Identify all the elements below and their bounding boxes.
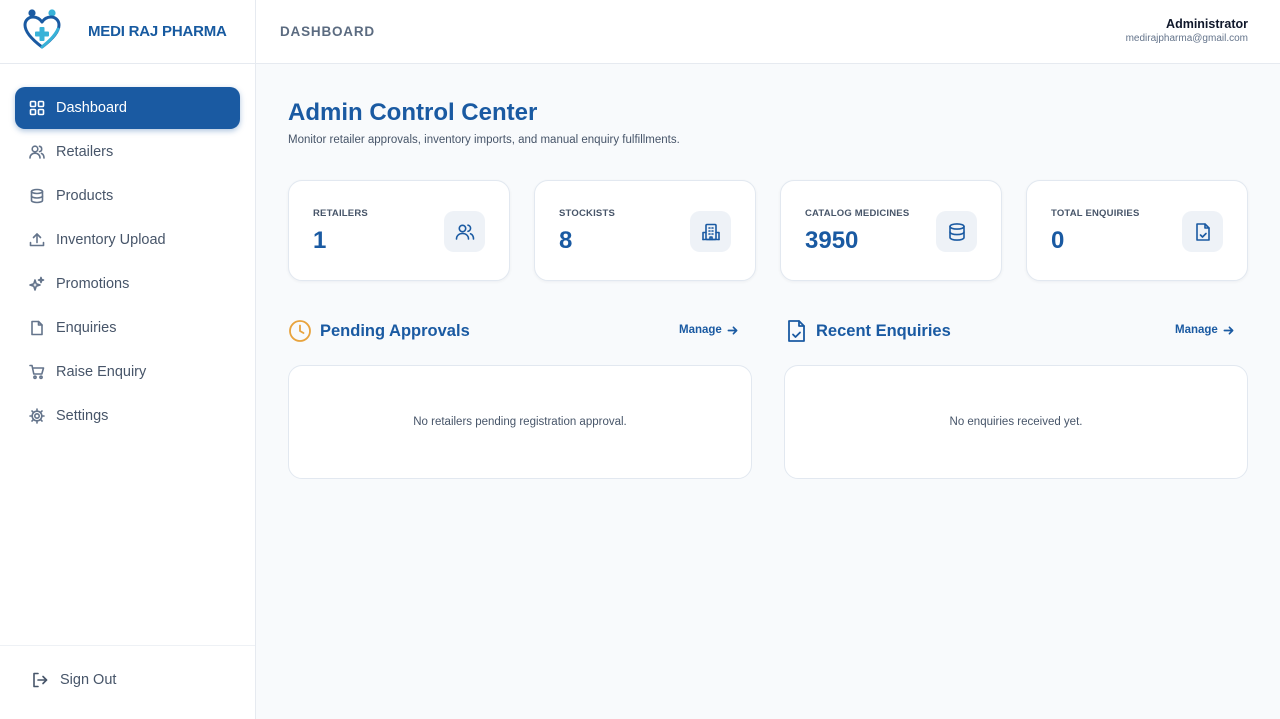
pending-approvals-header: Pending Approvals <box>288 318 470 344</box>
sparkles-icon <box>28 275 46 293</box>
grid-icon <box>28 99 46 117</box>
database-icon <box>28 187 46 205</box>
users-icon <box>444 211 485 252</box>
sidebar: MEDI RAJ PHARMA Dashboard Retailers Prod… <box>0 0 256 719</box>
section-title: Pending Approvals <box>320 321 470 340</box>
top-bar: DASHBOARD Administrator medirajpharma@gm… <box>256 0 1280 64</box>
pending-manage-link[interactable]: Manage <box>679 324 738 336</box>
sign-out-icon <box>33 672 48 688</box>
stat-card-stockists: STOCKISTS 8 <box>534 180 756 281</box>
recent-enquiries-header: Recent Enquiries <box>784 318 951 344</box>
sidebar-nav: Dashboard Retailers Products Inventory U… <box>0 64 255 437</box>
sign-out-button[interactable]: Sign Out <box>32 672 116 688</box>
section-title: Recent Enquiries <box>816 321 951 340</box>
stat-value: 1 <box>313 227 327 254</box>
empty-state-text: No retailers pending registration approv… <box>413 416 627 428</box>
file-check-icon <box>1182 211 1223 252</box>
arrow-right-icon <box>727 325 738 335</box>
stat-value: 3950 <box>805 227 859 254</box>
stat-label: RETAILERS <box>313 208 368 219</box>
sidebar-item-label: Promotions <box>56 276 130 292</box>
clock-icon <box>289 320 311 342</box>
file-icon <box>28 319 46 337</box>
enquiries-manage-link[interactable]: Manage <box>1175 324 1234 336</box>
sidebar-item-inventory-upload[interactable]: Inventory Upload <box>15 219 240 261</box>
stat-label: CATALOG MEDICINES <box>805 208 910 219</box>
sign-out-label: Sign Out <box>60 672 117 688</box>
sidebar-item-label: Dashboard <box>56 100 127 116</box>
stat-card-total-enquiries: TOTAL ENQUIRIES 0 <box>1026 180 1248 281</box>
cart-icon <box>28 363 46 381</box>
sidebar-item-label: Retailers <box>56 144 114 160</box>
database-icon <box>936 211 977 252</box>
manage-label: Manage <box>1175 324 1218 336</box>
sidebar-item-label: Settings <box>56 408 109 424</box>
sidebar-item-label: Raise Enquiry <box>56 364 147 380</box>
gear-icon <box>28 407 46 425</box>
stat-card-catalog-medicines: CATALOG MEDICINES 3950 <box>780 180 1002 281</box>
stat-value: 8 <box>559 227 573 254</box>
page-subtitle: Monitor retailer approvals, inventory im… <box>288 134 680 146</box>
user-email: medirajpharma@gmail.com <box>1125 33 1248 44</box>
stat-label: STOCKISTS <box>559 208 615 219</box>
arrow-right-icon <box>1223 325 1234 335</box>
sidebar-item-raise-enquiry[interactable]: Raise Enquiry <box>15 351 240 393</box>
sidebar-footer: Sign Out <box>0 645 255 719</box>
upload-icon <box>28 231 46 249</box>
file-check-icon <box>788 320 805 342</box>
building-icon <box>690 211 731 252</box>
sidebar-item-label: Inventory Upload <box>56 232 166 248</box>
sidebar-item-enquiries[interactable]: Enquiries <box>15 307 240 349</box>
sidebar-item-dashboard[interactable]: Dashboard <box>15 87 240 129</box>
heart-plus-logo-icon <box>22 7 62 56</box>
brand-name: MEDI RAJ PHARMA <box>88 23 227 40</box>
empty-state-text: No enquiries received yet. <box>949 416 1083 428</box>
user-info[interactable]: Administrator medirajpharma@gmail.com <box>1126 17 1248 44</box>
sidebar-item-label: Enquiries <box>56 320 117 336</box>
stat-card-retailers: RETAILERS 1 <box>288 180 510 281</box>
main-content: Admin Control Center Monitor retailer ap… <box>256 64 1280 719</box>
brand[interactable]: MEDI RAJ PHARMA <box>0 0 255 64</box>
stat-value: 0 <box>1051 227 1065 254</box>
recent-enquiries-panel: No enquiries received yet. <box>784 365 1248 479</box>
manage-label: Manage <box>679 324 722 336</box>
sidebar-item-promotions[interactable]: Promotions <box>15 263 240 305</box>
user-name: Administrator <box>1166 17 1248 31</box>
users-icon <box>28 143 46 161</box>
sidebar-item-products[interactable]: Products <box>15 175 240 217</box>
sidebar-item-settings[interactable]: Settings <box>15 395 240 437</box>
sidebar-item-retailers[interactable]: Retailers <box>15 131 240 173</box>
sidebar-item-label: Products <box>56 188 114 204</box>
stat-label: TOTAL ENQUIRIES <box>1051 208 1140 219</box>
pending-approvals-panel: No retailers pending registration approv… <box>288 365 752 479</box>
page-title: Admin Control Center <box>288 99 538 126</box>
breadcrumb: DASHBOARD <box>280 24 375 39</box>
